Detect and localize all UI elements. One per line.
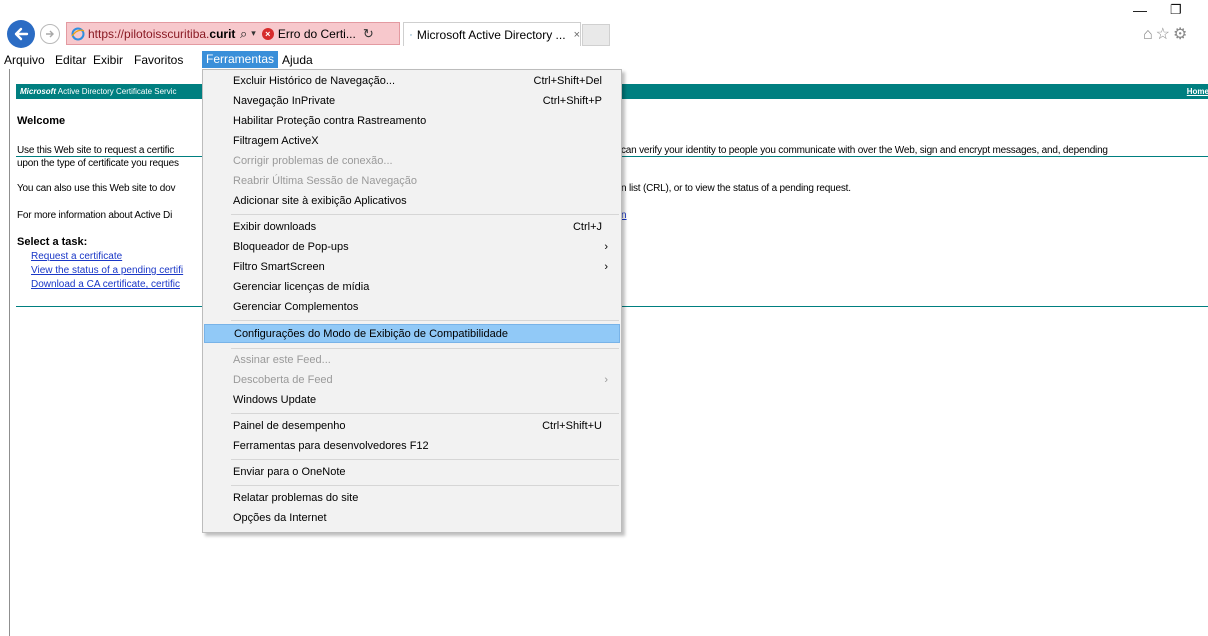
menu-item-windows-update[interactable]: Windows Update (204, 391, 620, 410)
menu-item-adicionar-aplicativos[interactable]: Adicionar site à exibição Aplicativos (204, 192, 620, 211)
request-certificate-link[interactable]: Request a certificate (31, 251, 122, 262)
menu-separator (231, 214, 619, 215)
menu-ajuda[interactable]: Ajuda (282, 52, 313, 69)
forward-button[interactable] (40, 24, 60, 44)
menu-separator (231, 485, 619, 486)
forward-arrow-icon (46, 30, 54, 38)
menu-item-smartscreen[interactable]: Filtro SmartScreen › (204, 258, 620, 277)
select-task-heading: Select a task: (17, 236, 88, 248)
paragraph-1-right: can verify your identity to people you c… (621, 145, 1108, 156)
menu-item-bloqueador-popups[interactable]: Bloqueador de Pop-ups › (204, 238, 620, 257)
paragraph-1-left-line-2: upon the type of certificate you reques (17, 158, 179, 169)
ie-logo-icon (410, 33, 412, 36)
cert-error-text[interactable]: Erro do Certi... (278, 27, 356, 41)
browser-chrome: https://pilotoisscuritiba.curitiba.p.. ⌕… (0, 0, 1208, 50)
close-icon[interactable]: × (574, 29, 580, 41)
new-tab-button[interactable] (582, 24, 610, 46)
menu-item-licencas-midia[interactable]: Gerenciar licenças de mídia (204, 278, 620, 297)
menu-item-descoberta-feed: Descoberta de Feed › (204, 371, 620, 390)
menu-bar: Arquivo Editar Exibir Favoritos Ferramen… (0, 50, 1208, 69)
menu-ferramentas[interactable]: Ferramentas (202, 51, 279, 68)
menu-item-painel-desempenho[interactable]: Painel de desempenho Ctrl+Shift+U (204, 417, 620, 436)
search-icon[interactable]: ⌕ (240, 26, 247, 42)
menu-item-reabrir-sessao: Reabrir Última Sessão de Navegação (233, 175, 418, 187)
menu-favoritos[interactable]: Favoritos (134, 52, 183, 69)
download-ca-link[interactable]: Download a CA certificate, certific (31, 279, 180, 290)
banner-title: Active Directory Certificate Servic (56, 87, 177, 96)
paragraph-2-left: You can also use this Web site to dov (17, 183, 176, 194)
cert-error-icon[interactable]: × (261, 27, 274, 40)
url-text[interactable]: https://pilotoisscuritiba.curitiba.p.. (88, 27, 236, 41)
menu-item-onenote[interactable]: Enviar para o OneNote (204, 463, 620, 482)
restore-button[interactable]: ❐ (1170, 2, 1182, 18)
menu-item-filtragem-activex[interactable]: Filtragem ActiveX (204, 132, 620, 151)
back-button[interactable] (7, 20, 35, 48)
back-arrow-icon (14, 27, 29, 41)
chevron-right-icon: › (604, 241, 608, 253)
tab-title: Microsoft Active Directory ... (416, 27, 566, 42)
ie-logo-icon (71, 27, 85, 40)
minimize-button[interactable]: — (1133, 2, 1147, 18)
menu-separator (231, 348, 619, 349)
refresh-icon[interactable]: ↻ (363, 26, 374, 42)
tools-dropdown-menu: Excluir Histórico de Navegação... Ctrl+Sh… (202, 69, 622, 533)
menu-item-corrigir-conexao: Corrigir problemas de conexão... (233, 155, 393, 167)
chevron-down-icon[interactable]: ▾ (251, 28, 256, 39)
paragraph-3-left: For more information about Active Di (17, 210, 173, 221)
menu-item-inprivate[interactable]: Navegação InPrivate Ctrl+Shift+P (204, 92, 620, 111)
home-favorites-settings-icons[interactable]: ⌂☆⚙ (1143, 24, 1190, 44)
home-link[interactable]: Home (1187, 84, 1208, 99)
menu-separator (231, 459, 619, 460)
menu-separator (231, 320, 619, 321)
page-title: Welcome (17, 115, 66, 127)
pending-status-link[interactable]: View the status of a pending certifi (31, 265, 183, 276)
menu-item-assinar-feed: Assinar este Feed... (233, 354, 331, 366)
menu-item-protecao-rastreamento[interactable]: Habilitar Proteção contra Rastreamento (204, 112, 620, 131)
menu-editar[interactable]: Editar (55, 52, 86, 69)
menu-item-excluir-historico[interactable]: Excluir Histórico de Navegação... Ctrl+Sh… (204, 72, 620, 91)
menu-item-compatibilidade[interactable]: Configurações do Modo de Exibição de Com… (204, 324, 620, 343)
menu-separator (231, 413, 619, 414)
browser-tab[interactable]: Microsoft Active Directory ... × (403, 22, 581, 46)
paragraph-1-left-line-1: Use this Web site to request a certific (17, 145, 175, 156)
paragraph-2-right: n list (CRL), or to view the status of a… (621, 183, 851, 194)
menu-item-exibir-downloads[interactable]: Exibir downloads Ctrl+J (204, 218, 620, 237)
address-bar[interactable]: https://pilotoisscuritiba.curitiba.p.. ⌕… (66, 22, 400, 45)
menu-item-opcoes-internet[interactable]: Opções da Internet (204, 509, 620, 528)
chevron-right-icon: › (604, 374, 608, 386)
menu-arquivo[interactable]: Arquivo (4, 52, 45, 69)
menu-item-relatar-problemas[interactable]: Relatar problemas do site (204, 489, 620, 508)
chevron-right-icon: › (604, 261, 608, 273)
menu-exibir[interactable]: Exibir (93, 52, 123, 69)
menu-item-f12-tools[interactable]: Ferramentas para desenvolvedores F12 (204, 437, 620, 456)
banner-brand: Microsoft (20, 87, 56, 96)
menu-item-gerenciar-complementos[interactable]: Gerenciar Complementos (204, 298, 620, 317)
